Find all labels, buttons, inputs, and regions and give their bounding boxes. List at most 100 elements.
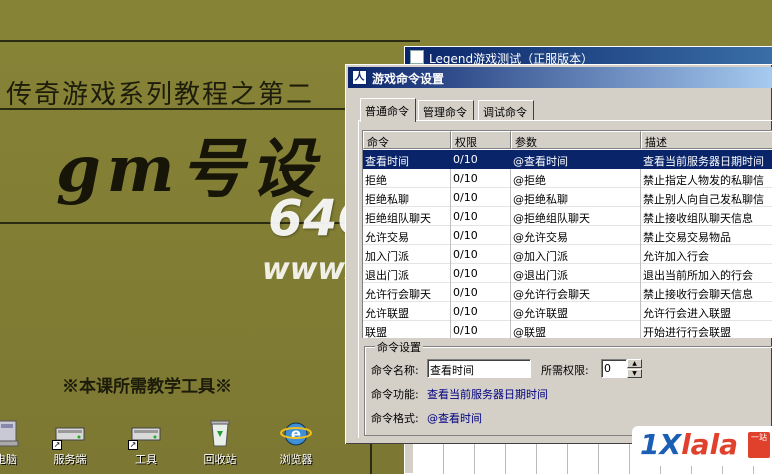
cell-param: @退出门派 — [511, 264, 641, 283]
site-logo-text: 1Xlala — [640, 428, 738, 461]
table-row[interactable]: 允许交易 0/10 @允许交易 禁止交易交易物品 — [363, 226, 772, 245]
desktop-icon-label: 浏览器 — [279, 453, 313, 466]
command-format-label: 命令格式: — [371, 412, 419, 425]
cell-command: 允许联盟 — [363, 302, 451, 321]
desktop-icon-recycle-bin[interactable]: 回收站 — [188, 418, 252, 467]
command-list[interactable]: 命令 权限 参数 描述 查看时间 0/10 @查看时间 查看当前服务器日期时间 … — [362, 130, 772, 338]
cell-permission: 0/10 — [451, 321, 511, 338]
command-format-value: @查看时间 — [427, 412, 482, 425]
table-row[interactable]: 拒绝组队聊天 0/10 @拒绝组队聊天 禁止接收组队聊天信息 — [363, 207, 772, 226]
cell-description: 开始进行行会联盟 — [641, 321, 772, 338]
cell-permission: 0/10 — [451, 207, 511, 226]
cell-param: @允许联盟 — [511, 302, 641, 321]
table-row[interactable]: 加入门派 0/10 @加入门派 允许加入行会 — [363, 245, 772, 264]
cell-permission: 0/10 — [451, 188, 511, 207]
recycle-bin-icon — [204, 418, 236, 448]
wallpaper-tools-heading: ※本课所需教学工具※ — [62, 377, 232, 397]
cell-param: @加入门派 — [511, 245, 641, 264]
cell-description: 允许加入行会 — [641, 245, 772, 264]
cell-command: 联盟 — [363, 321, 451, 338]
column-header-permission[interactable]: 权限 — [451, 131, 511, 149]
cell-param: @允许行会聊天 — [511, 283, 641, 302]
desktop-icon-label: 服务端 — [53, 453, 87, 466]
drive-shortcut-icon: ↗ — [52, 418, 86, 450]
table-row[interactable]: 允许行会聊天 0/10 @允许行会聊天 禁止接收行会聊天信息 — [363, 283, 772, 302]
cell-permission: 0/10 — [451, 245, 511, 264]
dialog-title: 游戏命令设置 — [372, 72, 445, 86]
cell-description: 禁止接收行会聊天信息 — [641, 283, 772, 302]
logo-lala: lala — [681, 428, 739, 461]
table-row[interactable]: 查看时间 0/10 @查看时间 查看当前服务器日期时间 — [363, 150, 772, 169]
desktop-icon-label: 回收站 — [203, 453, 237, 466]
command-list-header: 命令 权限 参数 描述 — [363, 131, 772, 149]
window-app-icon — [410, 50, 424, 64]
cell-permission: 0/10 — [451, 226, 511, 245]
cell-description: 查看当前服务器日期时间 — [643, 155, 764, 168]
cell-permission: 0/10 — [453, 153, 478, 166]
permission-input[interactable]: 0 — [601, 359, 627, 378]
desktop-icon-tools[interactable]: ↗ 工具 — [114, 418, 178, 467]
cell-permission: 0/10 — [451, 302, 511, 321]
game-command-settings-dialog[interactable]: 人 游戏命令设置 普通命令 管理命令 调试命令 命令 权限 参数 描述 查看时间… — [345, 64, 772, 444]
table-row[interactable]: 联盟 0/10 @联盟 开始进行行会联盟 — [363, 321, 772, 338]
command-function-label: 命令功能: — [371, 388, 419, 401]
shortcut-arrow-icon: ↗ — [128, 440, 138, 450]
table-row[interactable]: 允许联盟 0/10 @允许联盟 允许行会进入联盟 — [363, 302, 772, 321]
desktop-icon-computer[interactable]: 电脑 — [0, 418, 38, 467]
cell-description: 禁止接收组队聊天信息 — [641, 207, 772, 226]
column-header-param[interactable]: 参数 — [511, 131, 641, 149]
cell-command: 拒绝组队聊天 — [363, 207, 451, 226]
cell-param: @允许交易 — [511, 226, 641, 245]
wallpaper-title: 传奇游戏系列教程之第二 — [6, 80, 315, 110]
drive-shortcut-icon: ↗ — [128, 418, 162, 450]
desktop-icon-server[interactable]: ↗ 服务端 — [38, 418, 102, 467]
permission-label: 所需权限: — [541, 364, 589, 377]
logo-badge: 一站 — [748, 432, 770, 458]
cell-param: @拒绝私聊 — [511, 188, 641, 207]
dialog-titlebar[interactable]: 人 游戏命令设置 — [348, 67, 772, 88]
table-row[interactable]: 拒绝 0/10 @拒绝 禁止指定人物发的私聊信 — [363, 169, 772, 188]
desktop-icon-browser[interactable]: e 浏览器 — [264, 418, 328, 467]
cell-command: 拒绝 — [363, 169, 451, 188]
column-header-command[interactable]: 命令 — [363, 131, 451, 149]
cell-command: 退出门派 — [363, 264, 451, 283]
cell-permission: 0/10 — [451, 283, 511, 302]
cell-description: 禁止指定人物发的私聊信 — [641, 169, 772, 188]
cell-param: @联盟 — [511, 321, 641, 338]
desktop-icon-label: 工具 — [135, 453, 157, 466]
cell-param: @查看时间 — [513, 155, 568, 168]
internet-explorer-icon: e — [280, 418, 312, 448]
table-row[interactable]: 退出门派 0/10 @退出门派 退出当前所加入的行会 — [363, 264, 772, 283]
stepper-up-icon[interactable]: ▲ — [627, 359, 642, 368]
cell-description: 允许行会进入联盟 — [641, 302, 772, 321]
command-settings-group: 命令设置 命令名称: 查看时间 所需权限: 0 ▲ ▼ 命令功能: 查看当前服务… — [364, 339, 772, 436]
site-logo: 1Xlala 一站 — [632, 426, 772, 466]
cell-param: @拒绝组队聊天 — [511, 207, 641, 226]
cell-command: 允许交易 — [363, 226, 451, 245]
tab-admin-commands[interactable]: 管理命令 — [418, 100, 474, 120]
tab-normal-commands[interactable]: 普通命令 — [360, 98, 416, 122]
dialog-app-icon: 人 — [352, 70, 367, 85]
command-settings-group-label: 命令设置 — [375, 339, 423, 355]
cell-command: 加入门派 — [363, 245, 451, 264]
command-name-input[interactable]: 查看时间 — [427, 359, 531, 378]
cell-description: 禁止交易交易物品 — [641, 226, 772, 245]
cell-param: @拒绝 — [511, 169, 641, 188]
column-header-description[interactable]: 描述 — [641, 131, 772, 149]
permission-stepper[interactable]: ▲ ▼ — [627, 359, 642, 378]
logo-1x: 1X — [640, 428, 682, 461]
shortcut-arrow-icon: ↗ — [52, 440, 62, 450]
cell-permission: 0/10 — [451, 169, 511, 188]
cell-command: 拒绝私聊 — [363, 188, 451, 207]
wallpaper-line-top — [0, 40, 420, 42]
desktop-icon-label: 电脑 — [0, 453, 17, 466]
cell-description: 禁止别人向自己发私聊信 — [641, 188, 772, 207]
tab-debug-commands[interactable]: 调试命令 — [478, 100, 534, 120]
table-row[interactable]: 拒绝私聊 0/10 @拒绝私聊 禁止别人向自己发私聊信 — [363, 188, 772, 207]
stepper-down-icon[interactable]: ▼ — [627, 369, 642, 378]
cell-command: 查看时间 — [365, 155, 409, 168]
cell-command: 允许行会聊天 — [363, 283, 451, 302]
command-function-value: 查看当前服务器日期时间 — [427, 388, 548, 401]
command-name-label: 命令名称: — [371, 364, 419, 377]
cell-description: 退出当前所加入的行会 — [641, 264, 772, 283]
